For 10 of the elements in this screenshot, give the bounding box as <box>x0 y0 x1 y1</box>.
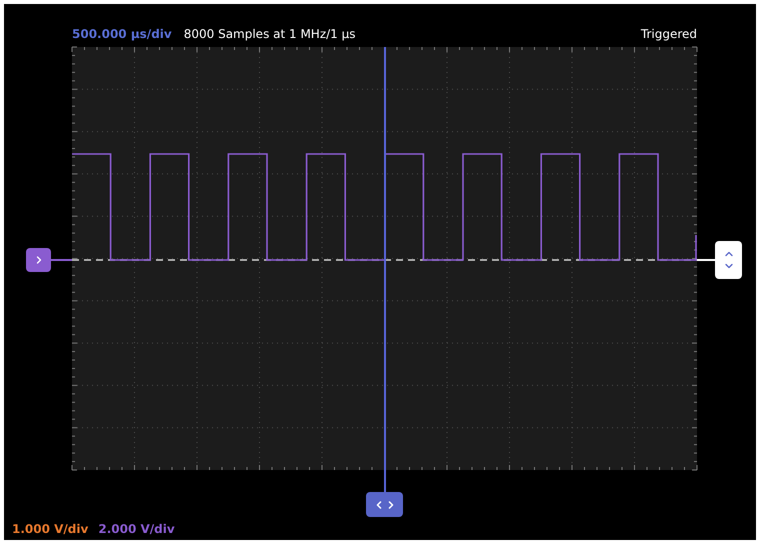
ground-marker[interactable] <box>26 248 51 272</box>
trigger-status: Triggered <box>640 26 697 43</box>
channel-scale: 2.000 V/div <box>98 521 175 538</box>
trigger-line <box>697 259 715 261</box>
cursor-handle[interactable] <box>366 492 403 517</box>
timebase-label: 500.000 µs/div <box>72 26 172 43</box>
acquisition-label: 8000 Samples at 1 MHz/1 µs <box>184 26 356 43</box>
channel-scale: 1.000 V/div <box>12 521 88 538</box>
trigger-handle[interactable] <box>715 241 742 279</box>
marker-line <box>50 259 72 261</box>
